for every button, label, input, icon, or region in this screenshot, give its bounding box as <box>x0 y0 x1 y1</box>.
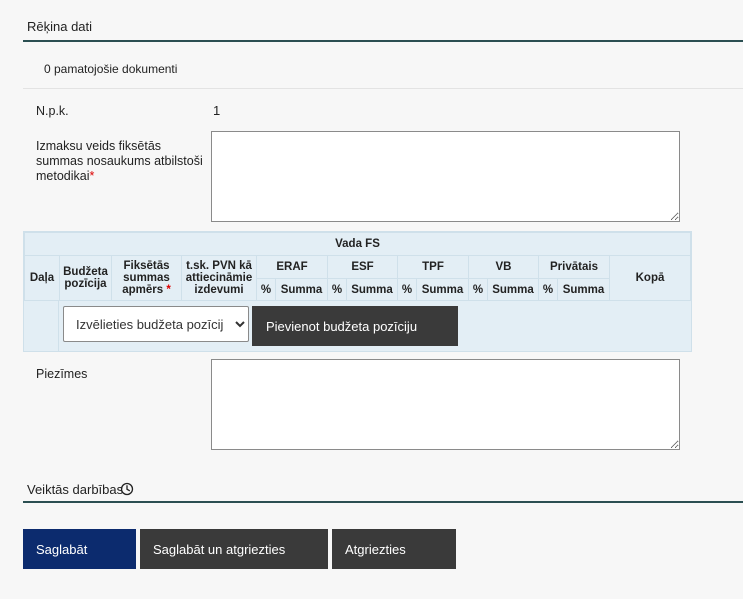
sub-percent: % <box>468 278 488 301</box>
actions-header: Veiktās darbības <box>23 470 743 503</box>
sub-percent: % <box>256 278 276 301</box>
clock-icon[interactable] <box>120 482 134 496</box>
col-fixed-sum: Fiksētās summas apmērs * <box>111 255 182 301</box>
add-budget-position-button[interactable]: Pievienot budžeta pozīciju <box>252 306 458 346</box>
save-button[interactable]: Saglabāt <box>23 529 136 569</box>
sub-percent: % <box>327 278 347 301</box>
col-fund-esf: ESF <box>327 255 398 279</box>
documents-row[interactable]: 0 pamatojošie dokumenti <box>23 46 743 89</box>
budget-position-select[interactable]: Izvēlieties budžeta pozīciju <box>63 306 249 342</box>
sub-sum: Summa <box>487 278 539 301</box>
notes-label: Piezīmes <box>36 367 88 381</box>
budget-input-row: Izvēlieties budžeta pozīciju Pievienot b… <box>24 300 691 352</box>
sub-percent: % <box>397 278 417 301</box>
actions-title: Veiktās darbības <box>27 482 124 497</box>
group-header-vada-fs: Vada FS <box>24 232 691 256</box>
required-mark: * <box>89 169 95 183</box>
col-kopa: Kopā <box>609 255 691 301</box>
cost-type-label-line2: summas nosaukums atbilstoši <box>36 154 203 168</box>
sub-sum: Summa <box>557 278 610 301</box>
back-button[interactable]: Atgriezties <box>332 529 456 569</box>
sub-sum: Summa <box>416 278 469 301</box>
col-daja: Daļa <box>24 255 60 301</box>
col-budget-position: Budžeta pozīcija <box>59 255 112 301</box>
section-header: Rēķina dati <box>23 0 743 42</box>
col-fund-tpf: TPF <box>397 255 469 279</box>
budget-table: Vada FS Daļa Budžeta pozīcija Fiksētās sum… <box>23 231 692 352</box>
col-fund-eraf: ERAF <box>256 255 328 279</box>
sub-percent: % <box>538 278 558 301</box>
cost-type-label-line1: Izmaksu veids fiksētās <box>36 139 162 153</box>
cost-type-textarea[interactable] <box>211 131 680 222</box>
sub-sum: Summa <box>275 278 328 301</box>
npk-value: 1 <box>213 103 221 118</box>
documents-count[interactable]: 0 pamatojošie dokumenti <box>44 62 177 76</box>
section-title: Rēķina dati <box>27 19 93 34</box>
col-fund-vb: VB <box>468 255 539 279</box>
col-fund-privatais: Privātais <box>538 255 610 279</box>
sub-sum: Summa <box>346 278 398 301</box>
cost-type-label-line3: metodikai <box>36 169 90 183</box>
col-vat: t.sk. PVN kā attiecināmie izdevumi <box>181 255 257 301</box>
save-and-back-button[interactable]: Saglabāt un atgriezties <box>140 529 328 569</box>
cost-type-label: Izmaksu veids fiksētās summas nosaukums … <box>36 139 206 184</box>
npk-label: N.p.k. <box>36 104 69 118</box>
notes-textarea[interactable] <box>211 359 680 450</box>
daja-cell <box>24 301 59 352</box>
